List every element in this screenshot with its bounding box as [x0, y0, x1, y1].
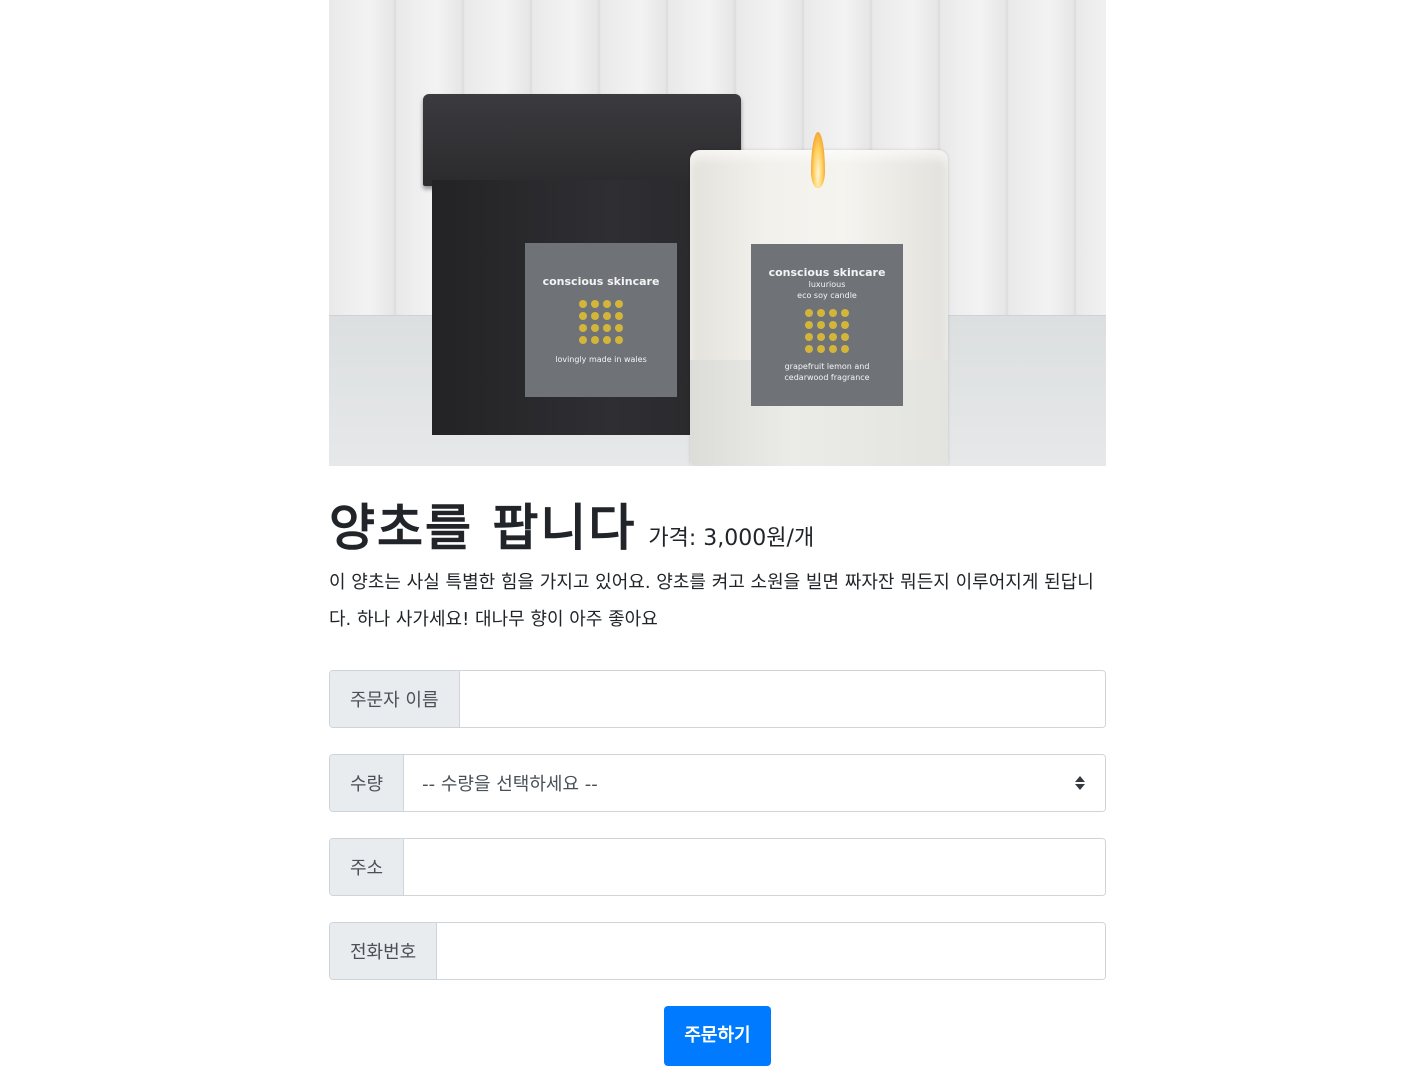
candle-label: conscious skincare luxurious eco soy can… [751, 244, 903, 406]
order-form: 주문자 이름 수량 -- 수량을 선택하세요 -- 주소 전화번호 주문하기 [329, 670, 1106, 1066]
name-label: 주문자 이름 [330, 671, 460, 727]
phone-field-group: 전화번호 [329, 922, 1106, 980]
price-label: 가격: 3,000원/개 [648, 526, 815, 551]
address-label: 주소 [330, 839, 405, 895]
address-field-group: 주소 [329, 838, 1106, 896]
flame [811, 132, 825, 188]
quantity-selected-value: -- 수량을 선택하세요 -- [422, 774, 598, 795]
quantity-select[interactable]: -- 수량을 선택하세요 -- [404, 755, 1105, 811]
quantity-field-group: 수량 -- 수량을 선택하세요 -- [329, 754, 1106, 812]
title-row: 양초를 팝니다 가격: 3,000원/개 [329, 498, 1106, 558]
page-title: 양초를 팝니다 [329, 499, 637, 557]
order-button[interactable]: 주문하기 [664, 1006, 771, 1066]
phone-input[interactable] [437, 923, 1105, 979]
phone-label: 전화번호 [330, 923, 438, 979]
dots-logo [525, 300, 677, 344]
name-field-group: 주문자 이름 [329, 670, 1106, 728]
name-input[interactable] [459, 671, 1105, 727]
quantity-label: 수량 [330, 755, 405, 811]
order-page: conscious skincare lovingly made in wale… [329, 0, 1106, 1066]
product-image: conscious skincare lovingly made in wale… [329, 0, 1106, 466]
dots-logo [751, 309, 903, 353]
product-description: 이 양초는 사실 특별한 힘을 가지고 있어요. 양초를 켜고 소원을 빌면 짜… [329, 572, 1094, 630]
select-arrows-icon [1075, 776, 1085, 790]
box-label: conscious skincare lovingly made in wale… [525, 243, 677, 397]
address-input[interactable] [404, 839, 1105, 895]
